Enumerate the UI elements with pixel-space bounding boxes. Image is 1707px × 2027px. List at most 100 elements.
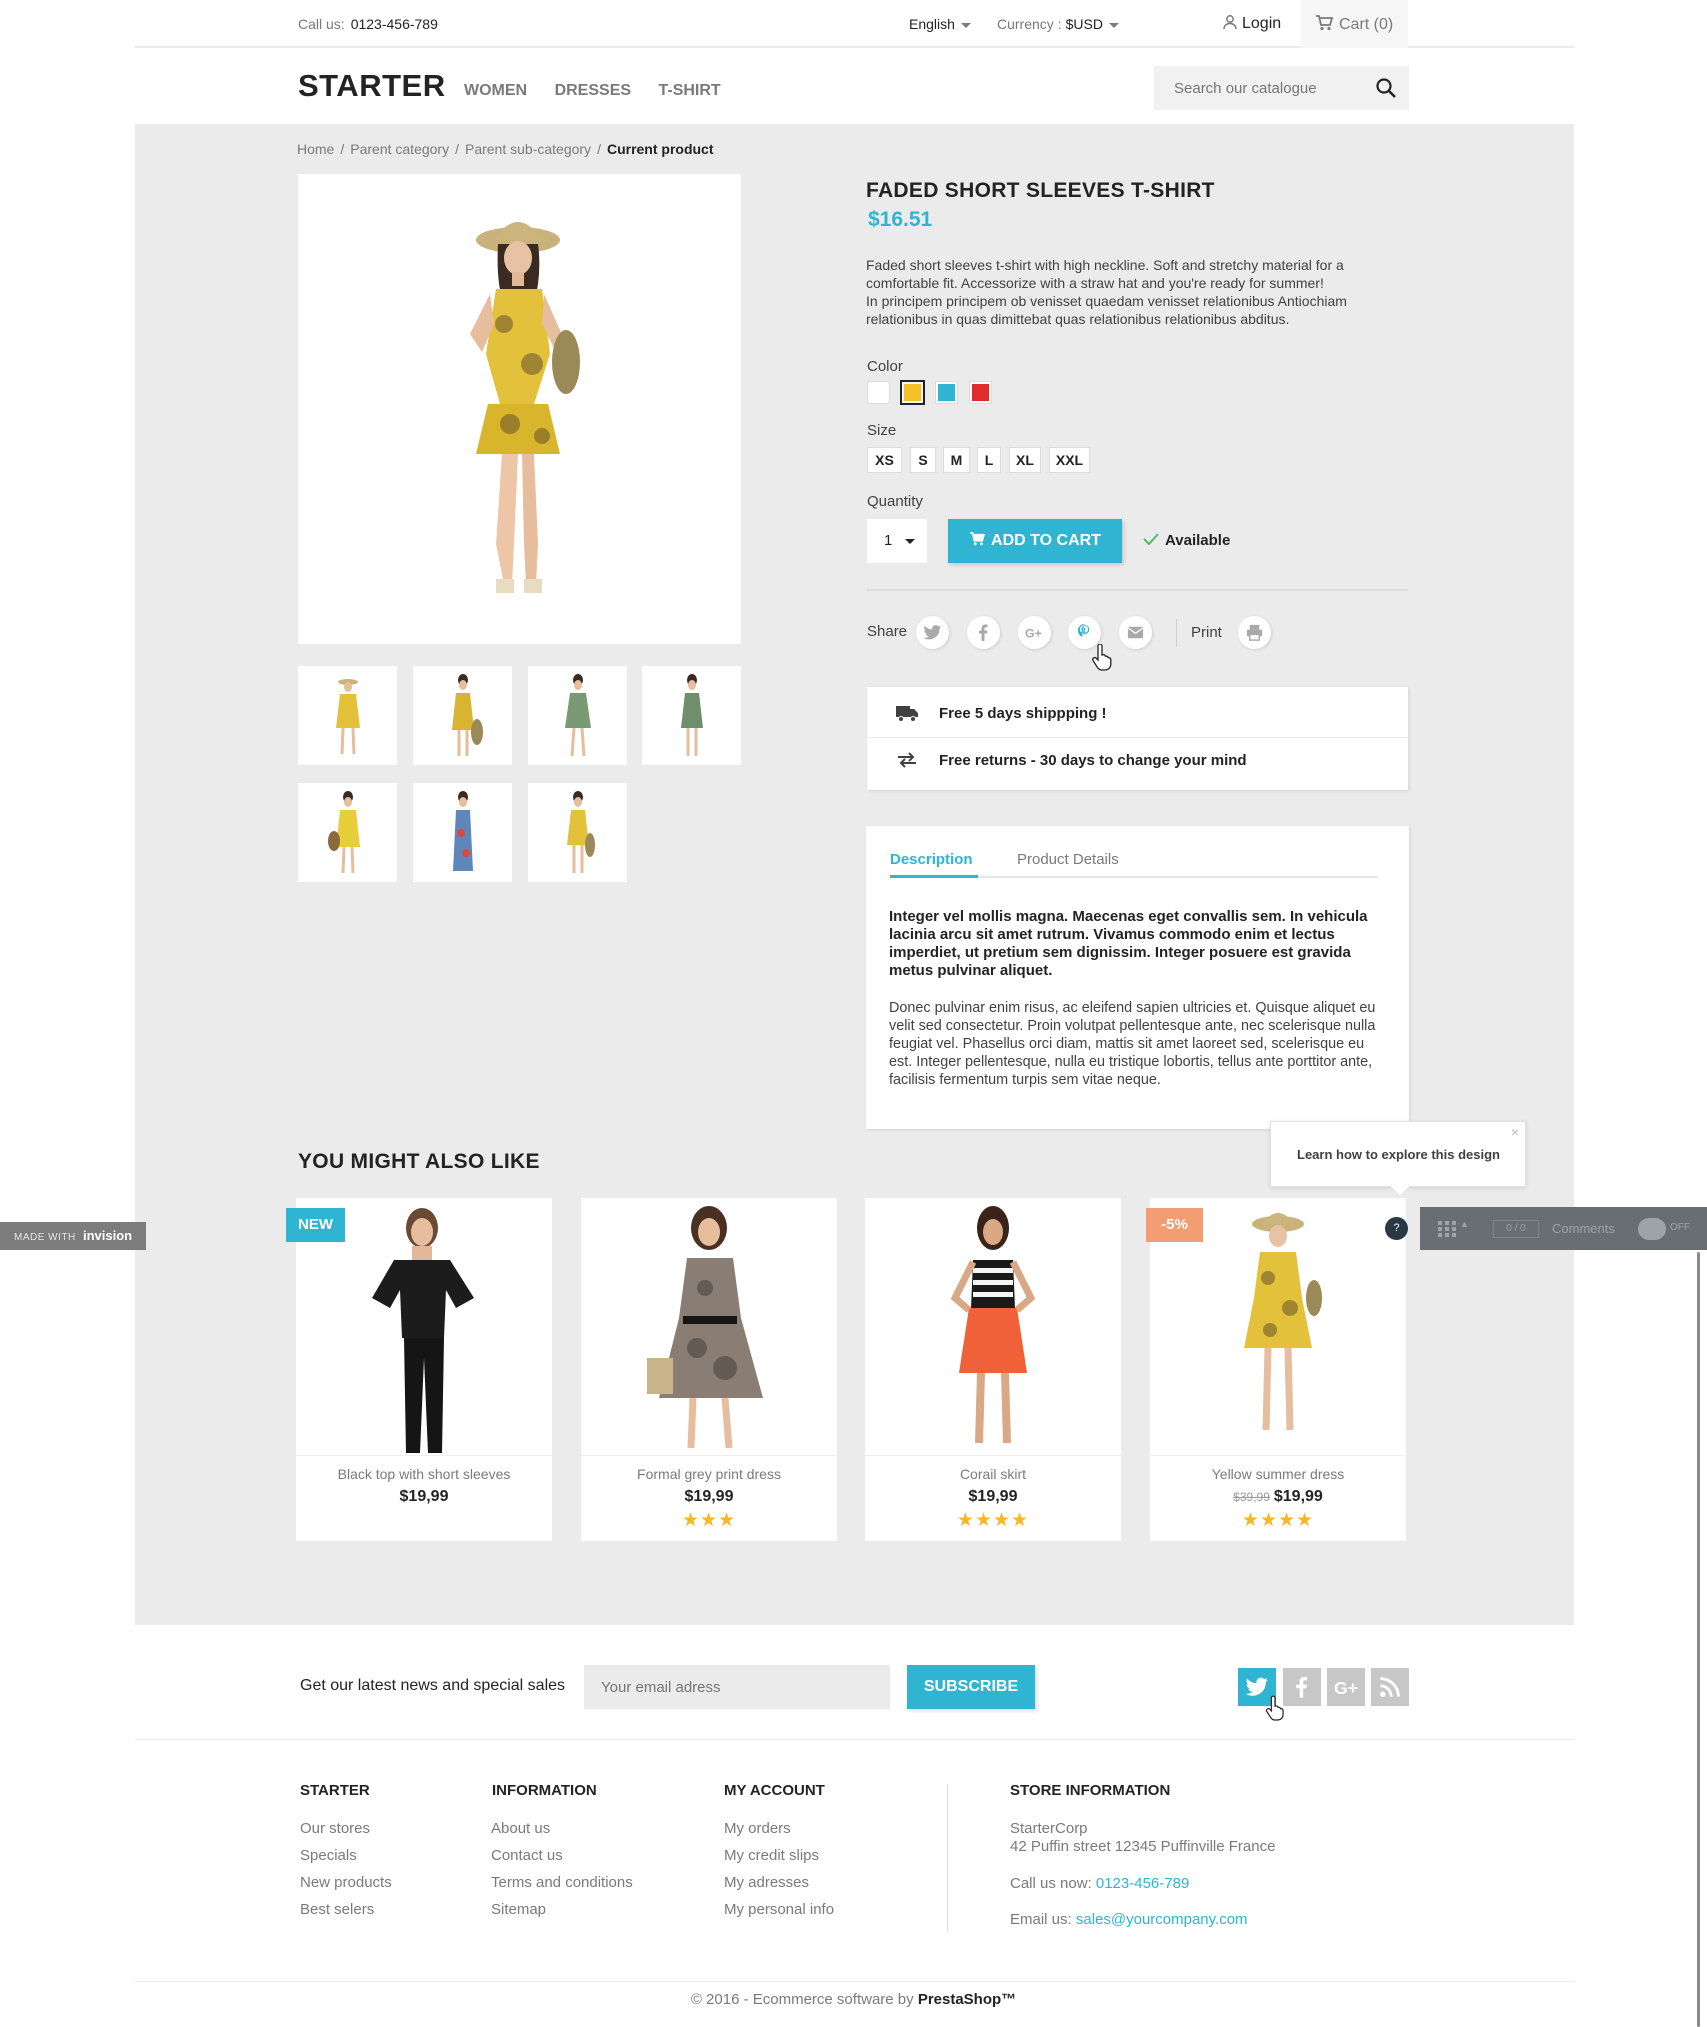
scrollbar[interactable] <box>1697 1252 1700 2027</box>
availability-label: Available <box>1165 532 1231 549</box>
currency-selector[interactable]: Currency : $USD <box>997 16 1119 32</box>
footer-vertical-divider <box>947 1784 948 1932</box>
footer-link-sitemap[interactable]: Sitemap <box>491 1901 546 1918</box>
footer-link-our-stores[interactable]: Our stores <box>300 1820 370 1837</box>
subscribe-button[interactable]: SUBSCRIBE <box>907 1665 1035 1709</box>
product-thumbnail-6[interactable] <box>413 783 512 882</box>
breadcrumb-parent-subcategory[interactable]: Parent sub-category <box>465 141 591 157</box>
model-yellow-dress-image <box>470 222 580 593</box>
size-option-xl[interactable]: XL <box>1009 447 1041 473</box>
store-phone-link[interactable]: 0123-456-789 <box>1096 1875 1189 1892</box>
breadcrumb-home[interactable]: Home <box>297 141 334 157</box>
currency-value: $USD <box>1065 16 1103 32</box>
product-thumbnail-7[interactable] <box>528 783 627 882</box>
toggle-state: OFF <box>1670 1222 1690 1233</box>
chevron-down-icon <box>1108 22 1119 28</box>
svg-text:G+: G+ <box>1334 1678 1358 1698</box>
breadcrumb: Home / Parent category / Parent sub-category… <box>297 141 714 157</box>
product-card[interactable]: Yellow summer dress $39,99 $19,99 ★★★★ <box>1150 1198 1406 1541</box>
chevron-down-icon <box>905 539 915 544</box>
color-swatch-blue[interactable] <box>936 382 957 403</box>
product-thumbnail-3[interactable] <box>528 666 627 765</box>
thumbnail-image <box>565 674 591 757</box>
footer-link-new-products[interactable]: New products <box>300 1874 392 1891</box>
size-option-s[interactable]: S <box>910 447 936 473</box>
nav-item-tshirt[interactable]: T-SHIRT <box>658 82 720 99</box>
grid-menu-icon[interactable] <box>1438 1221 1458 1237</box>
share-googleplus-button[interactable]: G+ <box>1018 616 1051 649</box>
truck-icon <box>896 706 918 722</box>
store-email-link[interactable]: sales@yourcompany.com <box>1076 1911 1248 1928</box>
divider <box>865 1455 1121 1456</box>
close-icon[interactable]: × <box>1511 1124 1519 1140</box>
social-facebook-link[interactable] <box>1283 1668 1321 1706</box>
product-image-grey-print-dress <box>647 1206 763 1449</box>
size-label: Size <box>867 422 897 439</box>
prestashop-link[interactable]: PrestaShop™ <box>918 1991 1016 2008</box>
size-option-xs[interactable]: XS <box>867 447 902 473</box>
footer-link-credit-slips[interactable]: My credit slips <box>724 1847 819 1864</box>
product-name[interactable]: Yellow summer dress <box>1150 1466 1406 1482</box>
product-thumbnail-2[interactable] <box>413 666 512 765</box>
search-input[interactable] <box>1154 66 1354 110</box>
social-rss-link[interactable] <box>1371 1668 1409 1706</box>
tab-product-details[interactable]: Product Details <box>1017 851 1119 868</box>
tab-description[interactable]: Description <box>890 851 973 868</box>
tab-active-indicator <box>890 875 978 878</box>
cart-button[interactable]: Cart (0) <box>1301 0 1408 48</box>
store-address: 42 Puffin street 12345 Puffinville Franc… <box>1010 1838 1276 1855</box>
nav-item-dresses[interactable]: DRESSES <box>555 82 631 99</box>
product-card[interactable]: Corail skirt $19,99 ★★★★ <box>865 1198 1121 1541</box>
color-swatch-white[interactable] <box>868 382 889 403</box>
description-body: Donec pulvinar enim risus, ac eleifend s… <box>889 1000 1376 1088</box>
footer-link-contact-us[interactable]: Contact us <box>491 1847 563 1864</box>
product-name[interactable]: Black top with short sleeves <box>296 1466 552 1482</box>
chevron-down-icon <box>960 22 971 28</box>
search-box <box>1154 66 1409 110</box>
phone-number[interactable]: 0123-456-789 <box>351 16 438 32</box>
newsletter-email-input[interactable] <box>584 1665 890 1709</box>
quantity-select[interactable]: 1 <box>867 519 927 563</box>
comments-label[interactable]: Comments <box>1552 1221 1615 1236</box>
footer-link-my-addresses[interactable]: My adresses <box>724 1874 809 1891</box>
product-card[interactable]: Black top with short sleeves $19,99 <box>296 1198 552 1541</box>
add-to-cart-button[interactable]: ADD TO CART <box>948 519 1122 563</box>
search-icon[interactable] <box>1375 77 1397 99</box>
social-googleplus-link[interactable]: G+ <box>1327 1668 1365 1706</box>
color-swatch-yellow[interactable] <box>902 382 923 403</box>
footer-link-personal-info[interactable]: My personal info <box>724 1901 834 1918</box>
nav-item-women[interactable]: WOMEN <box>464 82 527 99</box>
chevron-up-icon: ▲ <box>1460 1219 1469 1229</box>
product-thumbnail-4[interactable] <box>642 666 741 765</box>
comments-toggle[interactable] <box>1638 1218 1666 1240</box>
size-option-xxl[interactable]: XXL <box>1049 447 1090 473</box>
help-button[interactable]: ? <box>1385 1217 1408 1240</box>
logo[interactable]: STARTER <box>298 68 446 104</box>
color-swatch-red[interactable] <box>970 382 991 403</box>
share-email-button[interactable] <box>1119 616 1152 649</box>
size-option-m[interactable]: M <box>943 447 970 473</box>
share-twitter-button[interactable] <box>916 616 949 649</box>
availability-status: Available <box>1143 532 1230 549</box>
thumbnail-image <box>567 791 595 873</box>
print-button[interactable] <box>1238 616 1271 649</box>
footer-link-about-us[interactable]: About us <box>491 1820 550 1837</box>
made-with-invision-badge[interactable]: MADE WITH invision <box>0 1222 146 1250</box>
footer-link-specials[interactable]: Specials <box>300 1847 357 1864</box>
product-thumbnail-1[interactable] <box>298 666 397 765</box>
product-card[interactable]: Formal grey print dress $19,99 ★★★ <box>581 1198 837 1541</box>
related-products-title: YOU MIGHT ALSO LIKE <box>298 1150 540 1173</box>
footer-link-my-orders[interactable]: My orders <box>724 1820 791 1837</box>
product-main-image[interactable] <box>298 174 741 644</box>
breadcrumb-parent-category[interactable]: Parent category <box>350 141 449 157</box>
product-name[interactable]: Corail skirt <box>865 1466 1121 1482</box>
footer-link-best-sellers[interactable]: Best selers <box>300 1901 374 1918</box>
product-price: $39,99 $19,99 <box>1150 1488 1406 1506</box>
login-link[interactable]: Login <box>1222 14 1281 33</box>
product-thumbnail-5[interactable] <box>298 783 397 882</box>
product-name[interactable]: Formal grey print dress <box>581 1466 837 1482</box>
footer-link-terms[interactable]: Terms and conditions <box>491 1874 633 1891</box>
share-facebook-button[interactable] <box>967 616 1000 649</box>
size-option-l[interactable]: L <box>977 447 1001 473</box>
language-selector[interactable]: English <box>909 16 971 32</box>
